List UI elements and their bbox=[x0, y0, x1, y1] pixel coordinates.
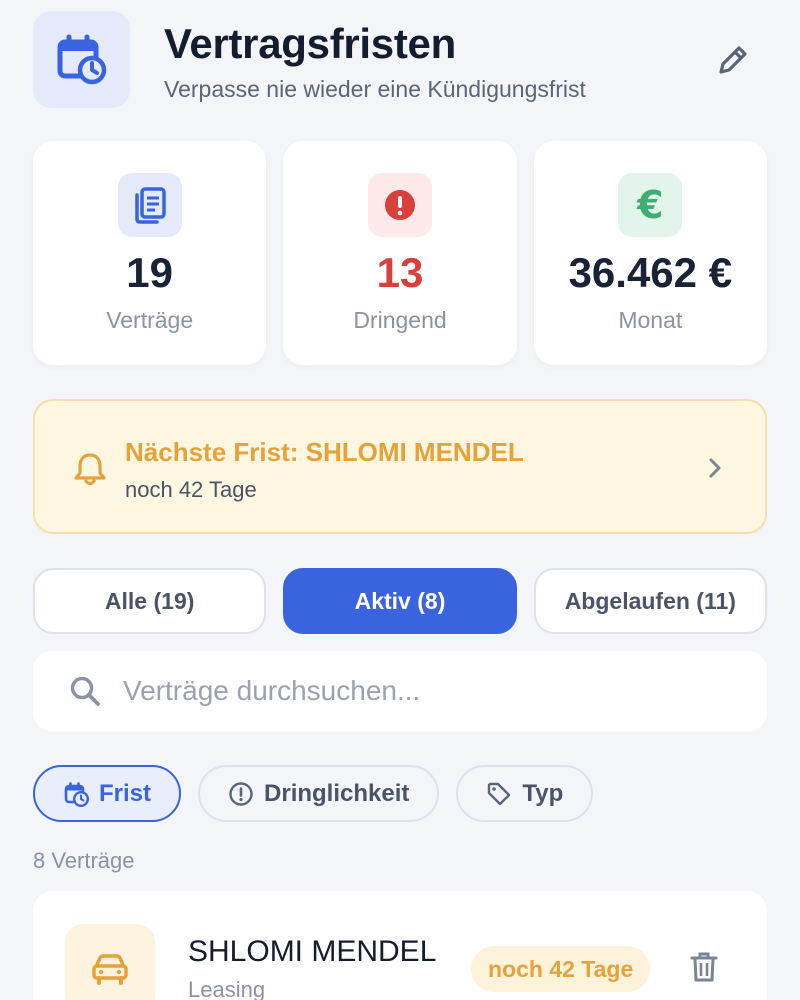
tab-all[interactable]: Alle (19) bbox=[33, 568, 267, 634]
list-item[interactable]: SHLOMI MENDEL Leasing noch 42 Tage bbox=[33, 891, 767, 1000]
sort-chip-type[interactable]: Typ bbox=[456, 765, 594, 822]
search-input[interactable] bbox=[123, 651, 723, 731]
calendar-clock-icon bbox=[64, 781, 89, 807]
banner-title: Nächste Frist: SHLOMI MENDEL bbox=[125, 437, 524, 467]
page-title: Vertragsfristen bbox=[164, 20, 456, 67]
stat-card-contracts: 19 Verträge bbox=[33, 141, 267, 365]
calendar-clock-icon bbox=[33, 11, 130, 108]
stats-row: 19 Verträge 13 Dringend € 36.462 € Monat bbox=[33, 141, 767, 365]
stat-label: Monat bbox=[618, 307, 683, 333]
tab-active[interactable]: Aktiv (8) bbox=[283, 568, 517, 634]
banner-subtitle: noch 42 Tage bbox=[125, 477, 257, 502]
stat-value: 36.462 € bbox=[568, 249, 733, 296]
tag-icon bbox=[488, 782, 511, 805]
alert-circle-icon bbox=[229, 781, 253, 806]
pencil-icon bbox=[719, 46, 747, 74]
euro-icon: € bbox=[618, 173, 683, 237]
sort-chip-deadline[interactable]: Frist bbox=[33, 765, 182, 822]
stat-card-urgent: 13 Dringend bbox=[283, 141, 517, 365]
header: Vertragsfristen Verpasse nie wieder eine… bbox=[33, 10, 767, 110]
car-icon bbox=[65, 924, 155, 1000]
chevron-right-icon bbox=[707, 456, 723, 485]
sort-chip-urgency[interactable]: Dringlichkeit bbox=[198, 765, 440, 822]
contract-type: Leasing bbox=[188, 977, 266, 1000]
contract-count: 8 Verträge bbox=[33, 848, 135, 873]
page-subtitle: Verpasse nie wieder eine Kündigungsfrist bbox=[164, 76, 586, 102]
stat-label: Dringend bbox=[353, 307, 447, 333]
status-tabs: Alle (19) Aktiv (8) Abgelaufen (11) bbox=[33, 568, 767, 634]
sort-chips: Frist Dringlichkeit Typ bbox=[33, 765, 594, 822]
next-deadline-banner[interactable]: Nächste Frist: SHLOMI MENDEL noch 42 Tag… bbox=[33, 399, 767, 534]
search-bar bbox=[33, 651, 767, 731]
chip-label: Frist bbox=[99, 779, 152, 807]
tab-expired[interactable]: Abgelaufen (11) bbox=[533, 568, 767, 634]
chip-label: Typ bbox=[522, 779, 564, 807]
search-icon bbox=[69, 675, 101, 712]
stat-value: 19 bbox=[126, 249, 174, 296]
alert-icon bbox=[367, 173, 432, 237]
contract-name: SHLOMI MENDEL bbox=[188, 935, 437, 968]
stat-label: Verträge bbox=[106, 307, 194, 333]
stat-value: 13 bbox=[376, 249, 424, 296]
chip-label: Dringlichkeit bbox=[264, 779, 410, 807]
trash-icon bbox=[690, 952, 718, 982]
stat-card-monthly: € 36.462 € Monat bbox=[533, 141, 767, 365]
deadline-badge: noch 42 Tage bbox=[471, 946, 651, 992]
bell-icon bbox=[73, 451, 107, 492]
document-icon bbox=[117, 173, 182, 237]
edit-button[interactable] bbox=[713, 40, 753, 80]
delete-button[interactable] bbox=[689, 951, 719, 988]
